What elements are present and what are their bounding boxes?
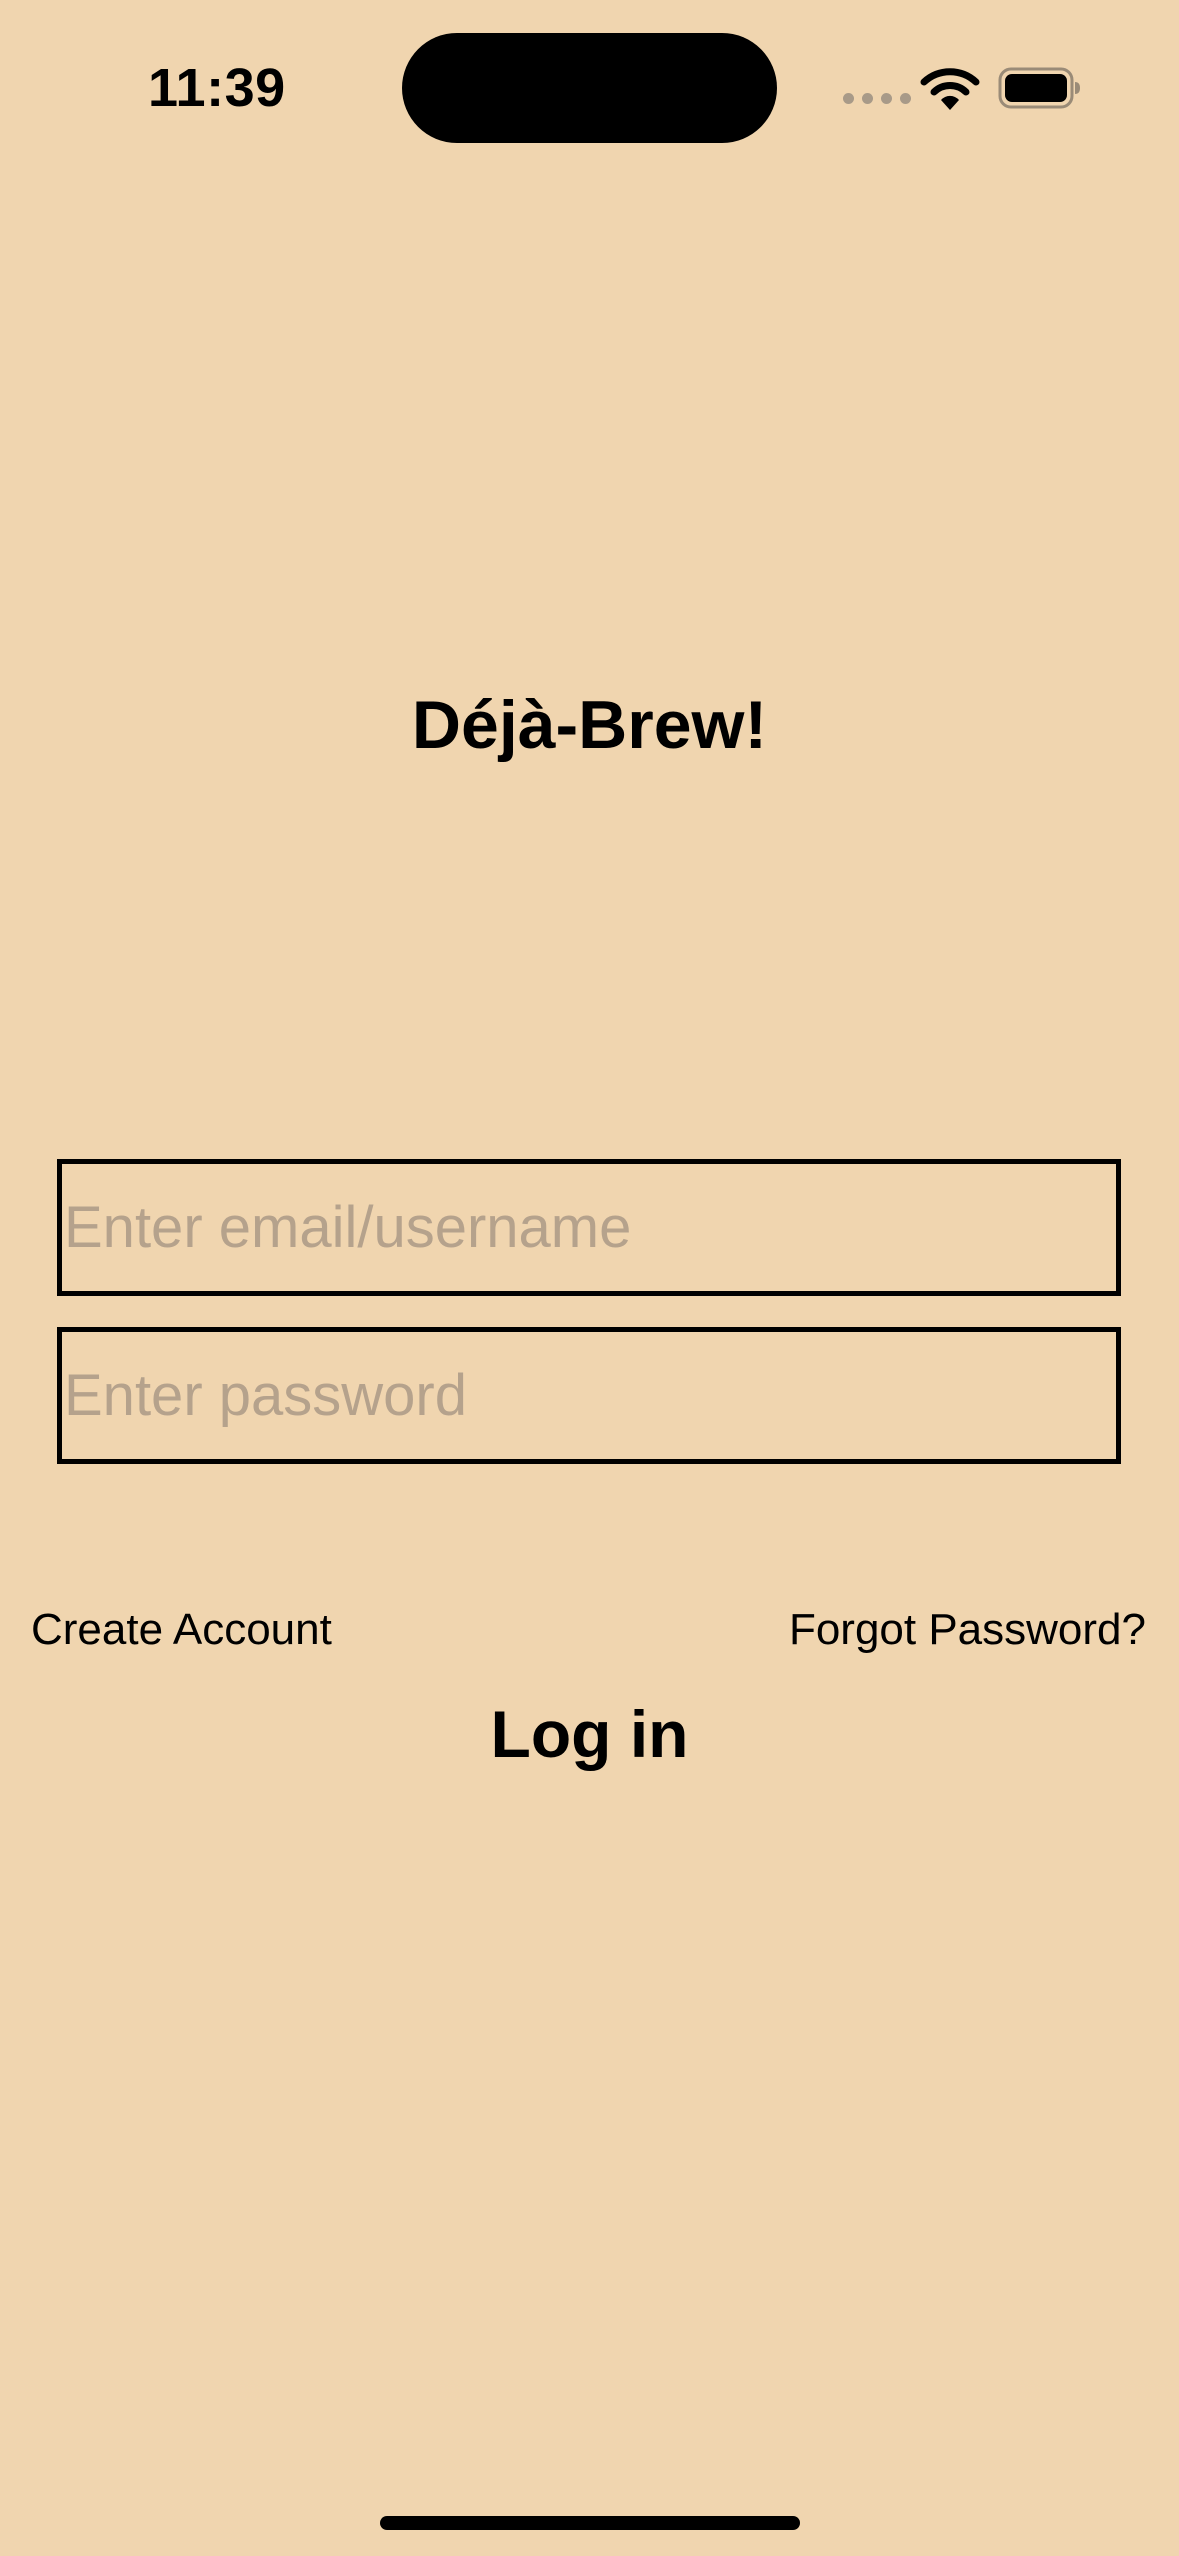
status-time: 11:39 bbox=[148, 58, 286, 118]
forgot-password-link[interactable]: Forgot Password? bbox=[789, 1600, 1146, 1660]
wifi-icon bbox=[920, 68, 980, 110]
email-username-input[interactable] bbox=[57, 1159, 1121, 1296]
battery-icon bbox=[998, 67, 1080, 109]
login-button[interactable]: Log in bbox=[0, 1690, 1179, 1778]
create-account-link[interactable]: Create Account bbox=[31, 1600, 332, 1660]
app-title: Déjà-Brew! bbox=[411, 687, 768, 763]
cellular-signal-icon bbox=[843, 93, 911, 104]
home-indicator[interactable] bbox=[380, 2516, 800, 2530]
dynamic-island bbox=[402, 33, 777, 143]
password-input[interactable] bbox=[57, 1327, 1121, 1464]
